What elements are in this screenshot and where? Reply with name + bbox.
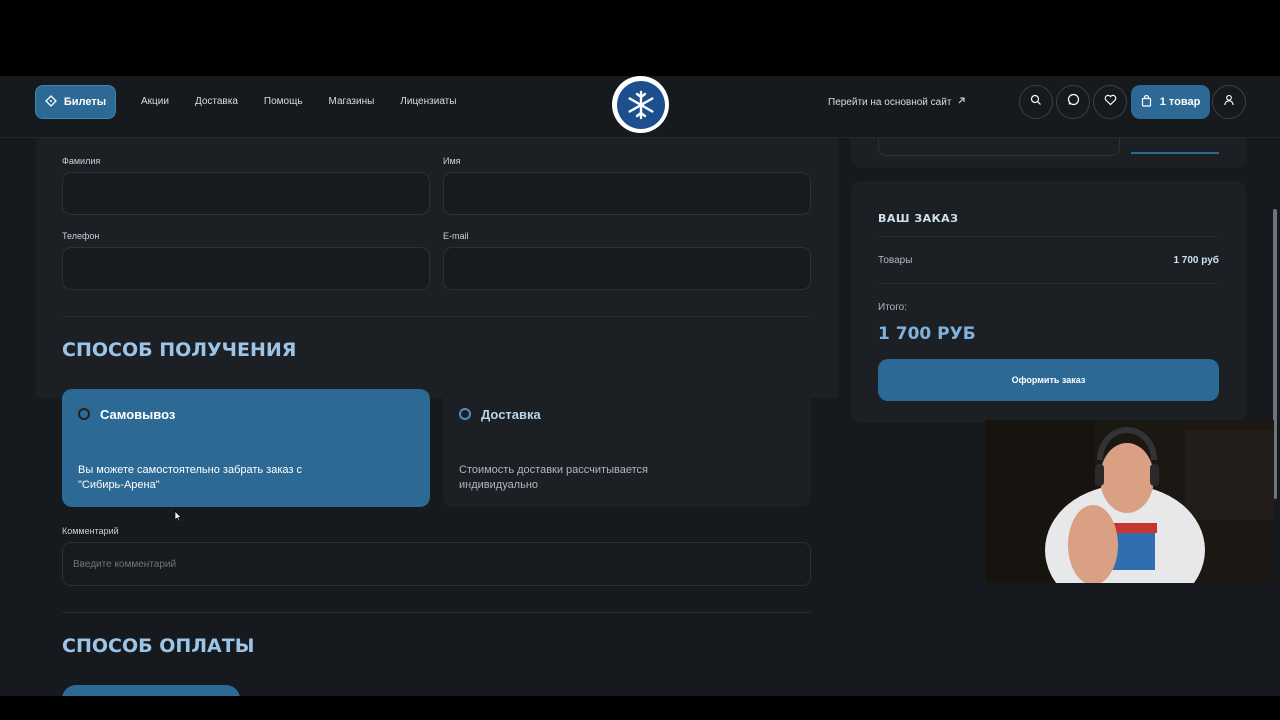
name-input[interactable] (443, 172, 811, 215)
divider (878, 236, 1219, 237)
pickup-option[interactable]: Самовывоз Вы можете самостоятельно забра… (62, 389, 430, 507)
whatsapp-button[interactable] (1056, 85, 1090, 119)
delivery-section-title: СПОСОБ ПОЛУЧЕНИЯ (62, 339, 297, 361)
total-value: 1 700 РУБ (878, 324, 976, 344)
place-order-button[interactable]: Оформить заказ (878, 359, 1219, 401)
surname-input[interactable] (62, 172, 430, 215)
order-summary-card: ВАШ ЗАКАЗ Товары 1 700 руб Итого: 1 700 … (851, 181, 1246, 423)
nav-item-licensees[interactable]: Лицензиаты (400, 96, 456, 107)
comment-textarea[interactable] (62, 542, 811, 586)
checkout-page: Билеты Акции Доставка Помощь Магазины Ли… (0, 76, 1280, 696)
email-input[interactable] (443, 247, 811, 290)
tickets-label: Билеты (63, 96, 107, 108)
shopping-bag-icon (1141, 94, 1152, 110)
delivery-option[interactable]: Доставка Стоимость доставки рассчитывает… (443, 389, 811, 507)
club-logo[interactable] (612, 76, 669, 133)
nav-item-help[interactable]: Помощь (264, 96, 303, 107)
webcam-overlay (985, 420, 1274, 583)
favorites-button[interactable] (1093, 85, 1127, 119)
total-label: Итого: (878, 302, 907, 313)
delivery-description: Стоимость доставки рассчитывается индиви… (459, 464, 648, 491)
phone-label: Телефон (62, 231, 100, 241)
main-site-label: Перейти на основной сайт (828, 96, 952, 108)
divider (878, 283, 1219, 284)
goods-value: 1 700 руб (1173, 255, 1219, 266)
search-icon (1030, 93, 1042, 111)
promo-card (851, 138, 1246, 168)
nav-item-delivery[interactable]: Доставка (195, 96, 238, 107)
place-order-label: Оформить заказ (1011, 375, 1086, 385)
nav-item-shops[interactable]: Магазины (329, 96, 375, 107)
delivery-radio[interactable] (459, 408, 471, 420)
pickup-radio[interactable] (78, 408, 90, 420)
phone-input[interactable] (62, 247, 430, 290)
nav-item-promos[interactable]: Акции (141, 96, 169, 107)
order-title: ВАШ ЗАКАЗ (878, 212, 959, 225)
pickup-title: Самовывоз (100, 407, 176, 422)
pickup-description: Вы можете самостоятельно забрать заказ с… (78, 464, 302, 491)
divider (62, 316, 811, 317)
payment-section-title: СПОСОБ ОПЛАТЫ (62, 635, 255, 657)
snowflake-icon (627, 90, 653, 119)
promo-input[interactable] (878, 138, 1120, 156)
whatsapp-icon (1067, 93, 1080, 111)
delivery-title: Доставка (481, 407, 541, 422)
divider (62, 612, 811, 613)
search-button[interactable] (1019, 85, 1053, 119)
surname-label: Фамилия (62, 156, 101, 166)
cart-button[interactable]: 1 товар (1131, 85, 1210, 119)
name-label: Имя (443, 156, 461, 166)
email-label: E-mail (443, 231, 469, 241)
ticket-icon (44, 94, 57, 110)
profile-button[interactable] (1212, 85, 1246, 119)
goods-label: Товары (878, 255, 913, 266)
user-icon (1223, 93, 1235, 111)
main-nav: Акции Доставка Помощь Магазины Лицензиат… (141, 96, 482, 107)
tickets-button[interactable]: Билеты (35, 85, 116, 119)
payment-option-button[interactable] (62, 685, 240, 696)
main-site-link[interactable]: Перейти на основной сайт (828, 96, 966, 108)
promo-apply-link[interactable] (1131, 152, 1219, 154)
arrow-up-right-icon (957, 96, 966, 108)
comment-label: Комментарий (62, 526, 119, 536)
site-header: Билеты Акции Доставка Помощь Магазины Ли… (0, 76, 1280, 138)
cart-label: 1 товар (1159, 96, 1201, 108)
heart-icon (1104, 93, 1117, 111)
mouse-cursor-icon (174, 509, 182, 527)
